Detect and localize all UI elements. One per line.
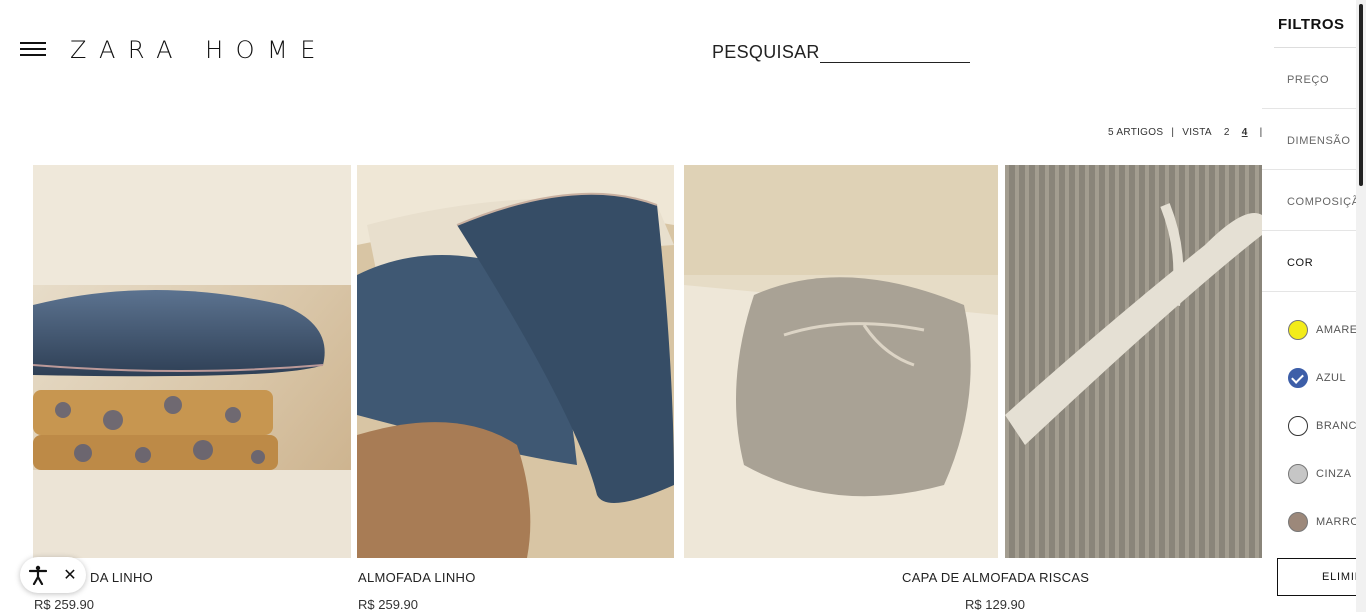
- hamburger-menu-icon[interactable]: [20, 42, 46, 58]
- color-option-yellow[interactable]: AMARE: [1288, 320, 1356, 340]
- filter-label: COR: [1287, 257, 1314, 269]
- product-price: R$ 259.90: [34, 597, 94, 612]
- product-image-linen-cushions[interactable]: [357, 165, 674, 558]
- product-name[interactable]: DA LINHO: [90, 570, 153, 585]
- accessibility-icon[interactable]: [20, 557, 56, 593]
- product-price: R$ 259.90: [358, 597, 418, 612]
- filter-label: COMPOSIÇÃ: [1287, 196, 1356, 208]
- color-option-white[interactable]: BRANC: [1288, 416, 1356, 436]
- filter-label: PREÇO: [1287, 74, 1330, 86]
- color-swatch[interactable]: [1288, 512, 1308, 532]
- view-option-4[interactable]: 4: [1242, 127, 1248, 138]
- product-name[interactable]: ALMOFADA LINHO: [358, 570, 476, 585]
- product-image-linen-cushion-stack[interactable]: [33, 165, 351, 558]
- scrollbar[interactable]: [1356, 0, 1366, 612]
- zara-home-logo[interactable]: ZARA HOME: [70, 36, 328, 64]
- search-field[interactable]: PESQUISAR: [712, 42, 970, 63]
- search-input-underline[interactable]: [819, 45, 970, 63]
- filter-dimension[interactable]: DIMENSÃO: [1262, 109, 1356, 170]
- color-swatch[interactable]: [1288, 320, 1308, 340]
- article-count: 5 ARTIGOS: [1108, 127, 1164, 138]
- scrollbar-thumb[interactable]: [1359, 4, 1363, 186]
- color-label: AMARE: [1316, 324, 1356, 336]
- filter-label: DIMENSÃO: [1287, 135, 1351, 147]
- close-icon[interactable]: ✕: [56, 557, 84, 593]
- filters-title: FILTROS: [1278, 16, 1345, 33]
- color-label: MARRO: [1316, 516, 1356, 528]
- checked-color-swatch[interactable]: [1288, 368, 1308, 388]
- color-swatch[interactable]: [1288, 416, 1308, 436]
- color-option-blue[interactable]: AZUL: [1288, 368, 1346, 388]
- view-option-2[interactable]: 2: [1224, 127, 1230, 138]
- filter-color[interactable]: COR: [1262, 231, 1356, 292]
- product-toolbar: 5 ARTIGOS | VISTA 2 4 | ·: [1108, 127, 1274, 138]
- toolbar-separator: |: [1171, 127, 1175, 138]
- product-image-striped-cushion-cover[interactable]: [684, 165, 998, 558]
- accessibility-widget: ✕: [20, 557, 86, 593]
- product-price: R$ 129.90: [965, 597, 1025, 612]
- filter-panel: FILTROS PREÇO DIMENSÃO COMPOSIÇÃ COR AMA…: [1262, 0, 1356, 612]
- color-swatch[interactable]: [1288, 464, 1308, 484]
- color-label: BRANC: [1316, 420, 1356, 432]
- color-label: AZUL: [1316, 372, 1347, 384]
- clear-filters-button[interactable]: ELIMIN: [1277, 558, 1356, 596]
- filter-price[interactable]: PREÇO: [1262, 48, 1356, 109]
- product-image-striped-fabric-detail[interactable]: [1005, 165, 1262, 558]
- color-option-brown[interactable]: MARRO: [1288, 512, 1356, 532]
- filter-composition[interactable]: COMPOSIÇÃ: [1262, 170, 1356, 231]
- view-label: VISTA: [1182, 127, 1212, 138]
- search-label[interactable]: PESQUISAR: [712, 42, 820, 63]
- product-name[interactable]: CAPA DE ALMOFADA RISCAS: [902, 570, 1089, 585]
- color-option-grey[interactable]: CINZA: [1288, 464, 1352, 484]
- color-label: CINZA: [1316, 468, 1352, 480]
